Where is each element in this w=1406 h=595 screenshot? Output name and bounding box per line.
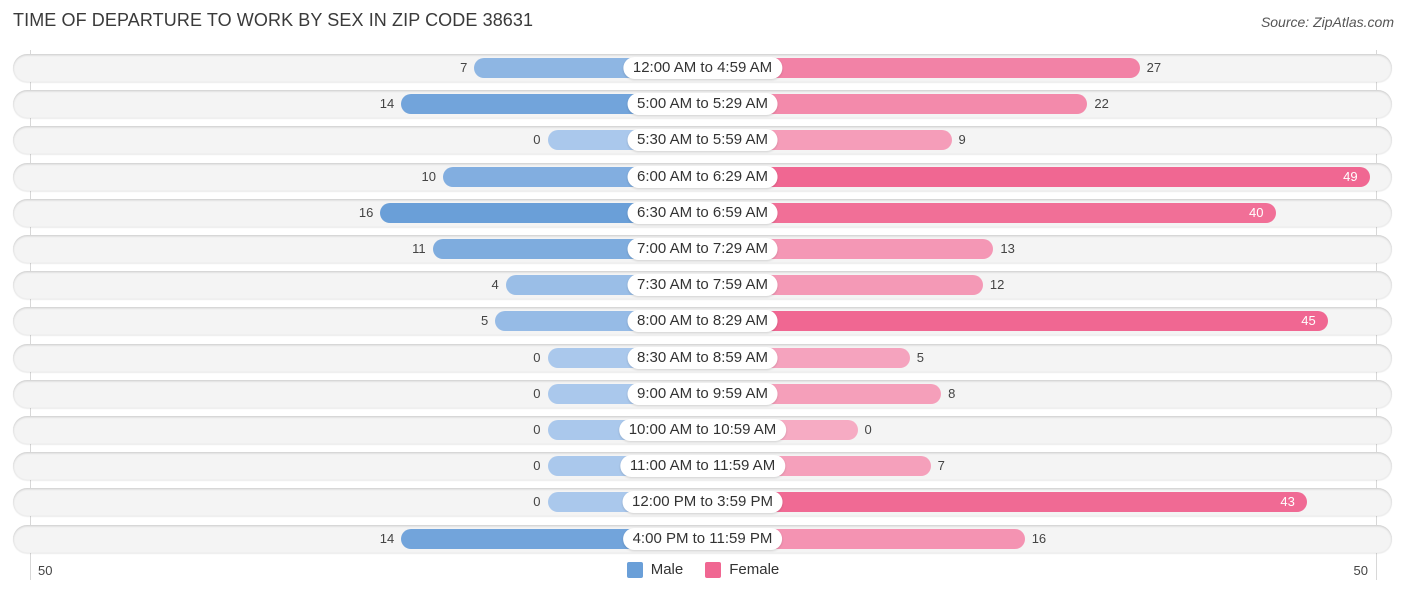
category-label: 11:00 AM to 11:59 AM xyxy=(619,455,786,478)
male-value-label: 11 xyxy=(412,241,426,256)
female-value-label: 9 xyxy=(958,132,966,148)
female-bar[interactable] xyxy=(702,166,1370,187)
male-value-label: 14 xyxy=(379,96,395,112)
category-label: 9:00 AM to 9:59 AM xyxy=(627,382,778,405)
male-value-label: 0 xyxy=(533,458,541,474)
category-label: 6:00 AM to 6:29 AM xyxy=(627,165,778,188)
female-value-label: 8 xyxy=(948,385,956,401)
legend-swatch-male xyxy=(626,561,643,578)
legend: Male Female xyxy=(0,561,1406,578)
female-value-label: 13 xyxy=(1000,241,1015,256)
chart-title: TIME OF DEPARTURE TO WORK BY SEX IN ZIP … xyxy=(13,10,534,30)
male-value-label: 7 xyxy=(460,60,468,75)
male-value-label: 16 xyxy=(358,204,374,220)
male-value-label: 0 xyxy=(533,494,541,510)
male-value-label: 0 xyxy=(533,349,541,365)
category-label: 10:00 AM to 10:59 AM xyxy=(618,419,787,441)
female-value-label: 5 xyxy=(916,349,924,365)
female-bar[interactable] xyxy=(702,311,1328,332)
female-value-label: 16 xyxy=(1031,530,1047,546)
female-value-label: 43 xyxy=(1280,494,1295,510)
female-bar[interactable] xyxy=(702,492,1307,513)
male-value-label: 10 xyxy=(421,168,436,184)
category-label: 7:30 AM to 7:59 AM xyxy=(627,274,778,297)
category-label: 5:00 AM to 5:29 AM xyxy=(627,93,778,116)
category-label: 6:30 AM to 6:59 AM xyxy=(627,201,778,224)
category-label: 8:00 AM to 8:29 AM xyxy=(627,310,778,333)
category-label: 8:30 AM to 8:59 AM xyxy=(627,346,778,369)
female-value-label: 27 xyxy=(1146,60,1162,75)
female-value-label: 40 xyxy=(1249,204,1264,220)
legend-label-female: Female xyxy=(729,561,780,578)
legend-item-male[interactable]: Male xyxy=(626,561,684,578)
female-value-label: 7 xyxy=(937,458,945,474)
legend-label-male: Male xyxy=(650,561,684,578)
source-credit: Source: ZipAtlas.com xyxy=(1260,14,1394,30)
category-label: 12:00 AM to 4:59 AM xyxy=(622,57,783,79)
male-value-label: 0 xyxy=(533,422,541,437)
male-value-label: 14 xyxy=(379,530,395,546)
legend-swatch-female xyxy=(705,561,722,578)
category-label: 7:00 AM to 7:29 AM xyxy=(627,238,778,260)
category-label: 12:00 PM to 3:59 PM xyxy=(622,491,783,514)
category-label: 5:30 AM to 5:59 AM xyxy=(627,129,778,152)
male-value-label: 0 xyxy=(533,132,541,148)
female-value-label: 12 xyxy=(989,277,1005,293)
female-value-label: 49 xyxy=(1343,168,1358,184)
category-label: 4:00 PM to 11:59 PM xyxy=(622,527,783,550)
male-value-label: 0 xyxy=(533,385,541,401)
male-value-label: 4 xyxy=(491,277,499,293)
female-value-label: 0 xyxy=(864,422,872,437)
legend-item-female[interactable]: Female xyxy=(705,561,779,578)
male-value-label: 5 xyxy=(481,313,489,329)
female-bar[interactable] xyxy=(702,202,1276,223)
female-value-label: 45 xyxy=(1301,313,1316,329)
female-value-label: 22 xyxy=(1094,96,1109,112)
